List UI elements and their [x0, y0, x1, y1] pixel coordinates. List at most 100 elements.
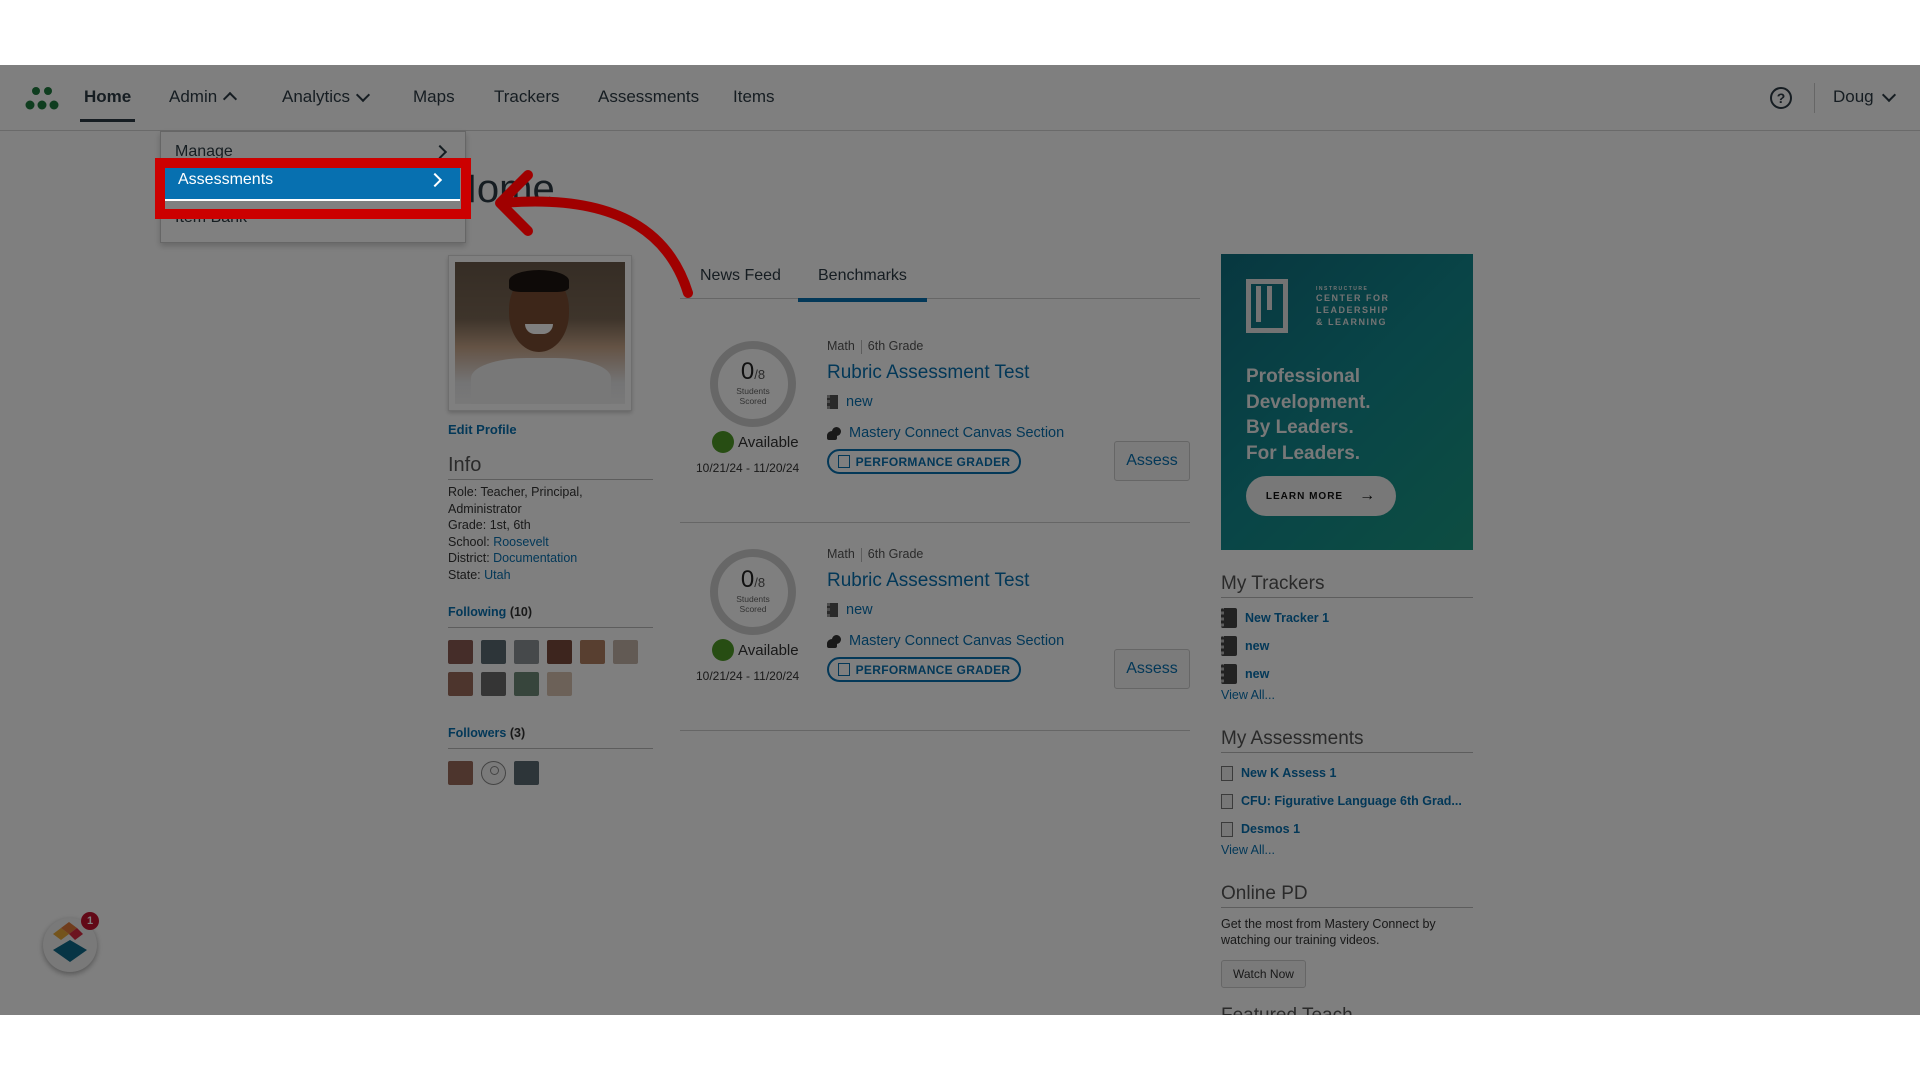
tracker-link[interactable]: new	[827, 394, 873, 410]
chevron-down-icon	[1881, 87, 1896, 102]
tab-benchmarks[interactable]: Benchmarks	[798, 267, 927, 302]
benchmark-card: 0/8 Students Scored Available 10/21/24 -…	[680, 523, 1190, 731]
assessment-item[interactable]: Desmos 1	[1221, 815, 1473, 843]
featured-heading: Featured Teach	[1221, 1005, 1473, 1015]
tracker-book-icon	[827, 395, 838, 409]
info-heading: Info	[448, 454, 653, 480]
user-menu[interactable]: Doug	[1833, 87, 1896, 107]
default-user-icon[interactable]	[481, 761, 506, 785]
info-district: District: Documentation	[448, 551, 578, 565]
tracker-item[interactable]: new	[1221, 660, 1473, 688]
nav-items-label: Items	[733, 87, 775, 106]
top-nav: Home Admin Analytics Maps Trackers Asses…	[0, 65, 1920, 131]
feed-tabs: News Feed Benchmarks	[680, 255, 1200, 302]
performance-grader-button[interactable]: PERFORMANCE GRADER	[827, 657, 1021, 682]
featured-section: Featured Teach	[1221, 1005, 1473, 1015]
nav-analytics[interactable]: Analytics	[282, 87, 371, 107]
follower-avatar[interactable]	[448, 761, 473, 785]
user-name: Doug	[1833, 87, 1874, 106]
nav-divider	[1814, 83, 1815, 113]
following-avatar[interactable]	[580, 640, 605, 664]
callout-arrow-icon	[495, 170, 693, 298]
assessment-item[interactable]: CFU: Figurative Language 6th Grad...	[1221, 787, 1473, 815]
info-role: Role: Teacher, Principal, Administrator	[448, 485, 583, 516]
benchmark-title-link[interactable]: Rubric Assessment Test	[827, 362, 1029, 384]
benchmark-card: 0/8 Students Scored Available 10/21/24 -…	[680, 315, 1190, 523]
nav-maps[interactable]: Maps	[413, 87, 455, 107]
info-state: State: Utah	[448, 567, 511, 582]
benchmark-title-link[interactable]: Rubric Assessment Test	[827, 570, 1029, 592]
grader-clipboard-icon	[837, 663, 850, 676]
arrow-right-icon: →	[1359, 487, 1377, 504]
following-avatar[interactable]	[547, 640, 572, 664]
status-available: Available	[712, 431, 799, 453]
nav-admin[interactable]: Admin	[169, 87, 238, 107]
highlight-callout-box	[155, 158, 471, 219]
status-dot-icon	[712, 639, 734, 661]
subject-grade: Math 6th Grade	[827, 547, 924, 562]
learn-more-button[interactable]: LEARN MORE →	[1246, 476, 1396, 516]
group-icon	[827, 426, 841, 440]
date-range: 10/21/24 - 11/20/24	[696, 669, 800, 683]
online-pd-heading: Online PD	[1221, 883, 1473, 908]
tracker-item[interactable]: New Tracker 1	[1221, 604, 1473, 632]
performance-grader-button[interactable]: PERFORMANCE GRADER	[827, 449, 1021, 474]
students-scored-ring: 0/8 Students Scored	[710, 549, 796, 635]
subject-grade: Math 6th Grade	[827, 339, 924, 354]
cll-logo-icon	[1246, 279, 1288, 333]
following-avatar[interactable]	[547, 672, 572, 696]
tracker-icon	[1221, 636, 1237, 656]
following-section: Following (10)	[448, 605, 653, 696]
nav-maps-label: Maps	[413, 87, 455, 106]
app-viewport: Home Admin Analytics Maps Trackers Asses…	[0, 65, 1920, 1015]
my-trackers-section: My Trackers New Tracker 1 new new View A…	[1221, 573, 1473, 702]
followers-section: Followers (3)	[448, 726, 653, 785]
school-link[interactable]: Roosevelt	[493, 535, 549, 549]
nav-home[interactable]: Home	[79, 87, 136, 122]
following-avatar[interactable]	[448, 640, 473, 664]
assess-button[interactable]: Assess	[1114, 649, 1190, 689]
my-trackers-heading: My Trackers	[1221, 573, 1473, 598]
following-avatar[interactable]	[613, 640, 638, 664]
my-assessments-heading: My Assessments	[1221, 728, 1473, 753]
tab-news-feed[interactable]: News Feed	[700, 267, 781, 285]
following-avatar[interactable]	[514, 640, 539, 664]
help-widget-button[interactable]: 1	[43, 912, 99, 972]
trackers-view-all-link[interactable]: View All...	[1221, 688, 1473, 702]
nav-admin-label: Admin	[169, 87, 218, 106]
following-avatar[interactable]	[514, 672, 539, 696]
online-pd-section: Online PD Get the most from Mastery Conn…	[1221, 883, 1473, 988]
tracker-book-icon	[827, 603, 838, 617]
section-link[interactable]: Mastery Connect Canvas Section	[827, 425, 1064, 441]
tracker-link[interactable]: new	[827, 602, 873, 618]
mastery-connect-logo-icon[interactable]	[24, 85, 62, 113]
assessments-view-all-link[interactable]: View All...	[1221, 843, 1473, 857]
status-available: Available	[712, 639, 799, 661]
date-range: 10/21/24 - 11/20/24	[696, 461, 800, 475]
students-scored-ring: 0/8 Students Scored	[710, 341, 796, 427]
following-avatar[interactable]	[448, 672, 473, 696]
district-link[interactable]: Documentation	[493, 551, 577, 565]
nav-assessments-label: Assessments	[598, 87, 700, 106]
assess-button[interactable]: Assess	[1114, 441, 1190, 481]
watch-now-button[interactable]: Watch Now	[1221, 960, 1306, 988]
edit-profile-link[interactable]: Edit Profile	[448, 422, 517, 437]
nav-items[interactable]: Items	[733, 87, 775, 107]
document-icon	[1221, 765, 1233, 781]
following-heading[interactable]: Following (10)	[448, 605, 653, 628]
follower-avatar[interactable]	[514, 761, 539, 785]
chevron-up-icon	[223, 91, 238, 107]
chevron-down-icon	[355, 87, 371, 102]
nav-trackers[interactable]: Trackers	[494, 87, 560, 107]
state-link[interactable]: Utah	[484, 568, 510, 582]
nav-assessments[interactable]: Assessments	[598, 87, 699, 107]
section-link[interactable]: Mastery Connect Canvas Section	[827, 633, 1064, 649]
nav-analytics-label: Analytics	[282, 87, 351, 106]
assessment-item[interactable]: New K Assess 1	[1221, 759, 1473, 787]
following-avatar[interactable]	[481, 640, 506, 664]
leadership-ad-banner[interactable]: INSTRUCTURE CENTER FOR LEADERSHIP & LEAR…	[1221, 254, 1473, 550]
following-avatar[interactable]	[481, 672, 506, 696]
tracker-item[interactable]: new	[1221, 632, 1473, 660]
followers-heading[interactable]: Followers (3)	[448, 726, 653, 749]
help-icon[interactable]: ?	[1770, 87, 1792, 109]
